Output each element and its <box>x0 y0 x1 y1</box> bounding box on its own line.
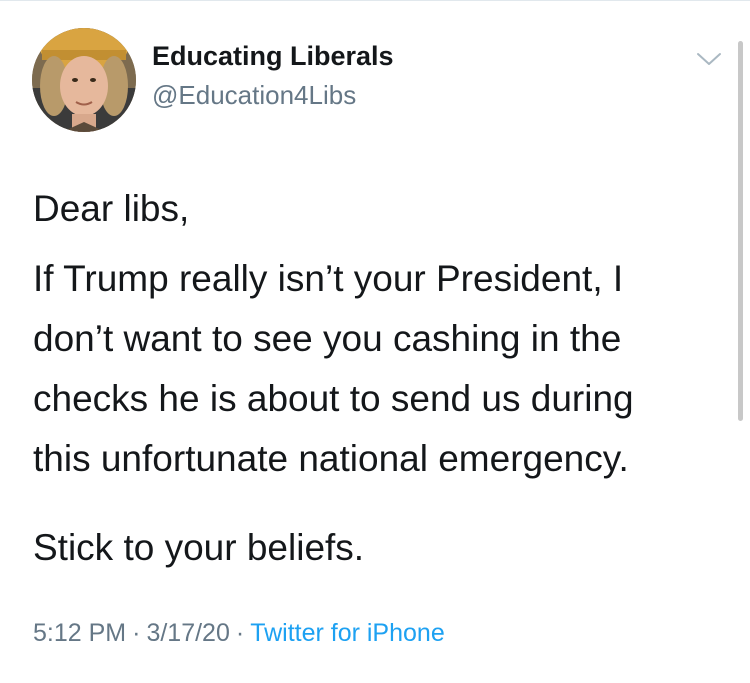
tweet-closing: Stick to your beliefs. <box>33 527 365 568</box>
profile-photo-icon <box>32 28 136 132</box>
tweet-line: don’t want to see you cashing in the <box>33 318 622 359</box>
tweet-paragraph: If Trump really isn’t your President, I … <box>33 249 723 489</box>
tweet-source-link[interactable]: Twitter for iPhone <box>250 619 445 647</box>
tweet-meta: 5:12 PM · 3/17/20 · Twitter for iPhone <box>33 619 445 648</box>
tweet-greeting: Dear libs, <box>33 188 190 229</box>
meta-separator: · <box>132 619 141 647</box>
tweet-line: this unfortunate national emergency. <box>33 438 629 479</box>
scrollbar[interactable] <box>738 41 743 421</box>
chevron-down-icon[interactable] <box>696 49 722 69</box>
meta-separator: · <box>235 619 245 647</box>
tweet-date[interactable]: 3/17/20 <box>146 619 229 647</box>
tweet-card: Educating Liberals @Education4Libs Dear … <box>0 0 750 683</box>
avatar[interactable] <box>32 28 136 132</box>
user-handle[interactable]: @Education4Libs <box>152 80 356 111</box>
display-name[interactable]: Educating Liberals <box>152 41 394 72</box>
tweet-line: checks he is about to send us during <box>33 378 634 419</box>
tweet-line: If Trump really isn’t your President, I <box>33 258 624 299</box>
tweet-time[interactable]: 5:12 PM <box>33 619 126 647</box>
